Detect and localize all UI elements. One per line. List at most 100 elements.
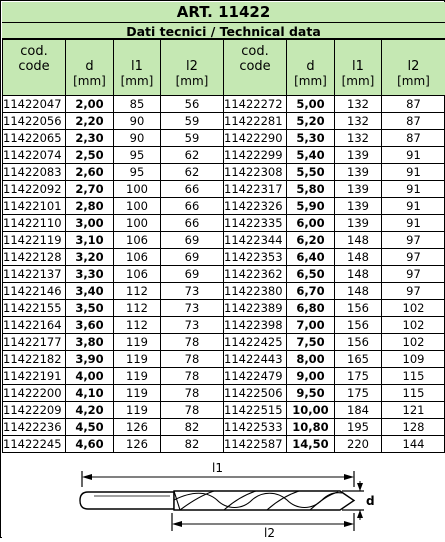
cell-code: 11422398 bbox=[224, 317, 287, 334]
cell-d: 3,50 bbox=[66, 300, 114, 317]
cell-d: 5,00 bbox=[287, 96, 335, 113]
cell-l1: 126 bbox=[114, 419, 161, 436]
section-subtitle: Dati tecnici / Technical data bbox=[2, 22, 445, 39]
cell-l2: 59 bbox=[161, 130, 224, 147]
cell-code: 11422047 bbox=[3, 96, 66, 113]
cell-l1: 90 bbox=[114, 113, 161, 130]
cell-d: 3,30 bbox=[66, 266, 114, 283]
cell-code: 11422191 bbox=[3, 368, 66, 385]
header-code-line2: code bbox=[3, 59, 65, 74]
cell-d: 6,70 bbox=[287, 283, 335, 300]
cell-code: 11422308 bbox=[224, 164, 287, 181]
cell-code: 11422389 bbox=[224, 300, 287, 317]
table-row: 114221773,8011978114224257,50156102 bbox=[3, 334, 445, 351]
label-l1: l1 bbox=[212, 461, 223, 475]
cell-l1: 100 bbox=[114, 215, 161, 232]
cell-d: 6,80 bbox=[287, 300, 335, 317]
cell-l1: 106 bbox=[114, 249, 161, 266]
table-row: 114220742,509562114222995,4013991 bbox=[3, 147, 445, 164]
cell-code: 11422092 bbox=[3, 181, 66, 198]
cell-l1: 156 bbox=[335, 300, 382, 317]
cell-l2: 56 bbox=[161, 96, 224, 113]
table-row: 114222364,50126821142253310,80195128 bbox=[3, 419, 445, 436]
cell-d: 4,20 bbox=[66, 402, 114, 419]
cell-d: 7,50 bbox=[287, 334, 335, 351]
cell-l2: 128 bbox=[382, 419, 445, 436]
cell-code: 11422272 bbox=[224, 96, 287, 113]
cell-l1: 119 bbox=[114, 334, 161, 351]
header-l1-unit: [mm] bbox=[114, 74, 160, 88]
cell-l1: 132 bbox=[335, 113, 382, 130]
cell-code: 11422155 bbox=[3, 300, 66, 317]
cell-l2: 109 bbox=[382, 351, 445, 368]
header-l1-unit: [mm] bbox=[335, 74, 381, 88]
col-header-l2: l2 [mm] bbox=[382, 40, 445, 96]
table-row: 114221283,2010669114223536,4014897 bbox=[3, 249, 445, 266]
table-row: 114221373,3010669114223626,5014897 bbox=[3, 266, 445, 283]
cell-d: 5,90 bbox=[287, 198, 335, 215]
cell-l1: 139 bbox=[335, 215, 382, 232]
col-header-code: cod. code bbox=[3, 40, 66, 96]
table-row: 114221914,0011978114224799,00175115 bbox=[3, 368, 445, 385]
cell-l2: 87 bbox=[382, 130, 445, 147]
header-d-label: d bbox=[287, 60, 334, 74]
cell-l2: 82 bbox=[161, 436, 224, 453]
d-arrow-top bbox=[357, 483, 363, 491]
cell-l1: 175 bbox=[335, 385, 382, 402]
header-row: cod. code d [mm] l1 [mm] l2 [mm] cod. bbox=[3, 40, 445, 96]
spec-sheet: ART. 11422 Dati tecnici / Technical data… bbox=[0, 0, 445, 538]
table-row: 114220472,008556114222725,0013287 bbox=[3, 96, 445, 113]
cell-l1: 148 bbox=[335, 249, 382, 266]
cell-l1: 148 bbox=[335, 266, 382, 283]
cell-l2: 97 bbox=[382, 232, 445, 249]
cell-l2: 69 bbox=[161, 232, 224, 249]
cell-l1: 148 bbox=[335, 283, 382, 300]
cell-code: 11422425 bbox=[224, 334, 287, 351]
drill-drawing: l1 l2 d bbox=[2, 453, 445, 538]
table-row: 114221553,5011273114223896,80156102 bbox=[3, 300, 445, 317]
cell-l2: 115 bbox=[382, 368, 445, 385]
cell-l1: 139 bbox=[335, 147, 382, 164]
cell-d: 8,00 bbox=[287, 351, 335, 368]
cell-d: 14,50 bbox=[287, 436, 335, 453]
cell-code: 11422236 bbox=[3, 419, 66, 436]
cell-code: 11422344 bbox=[224, 232, 287, 249]
cell-l1: 112 bbox=[114, 283, 161, 300]
drill-shank bbox=[80, 492, 174, 509]
header-d-label: d bbox=[66, 60, 113, 74]
cell-code: 11422056 bbox=[3, 113, 66, 130]
cell-d: 3,60 bbox=[66, 317, 114, 334]
cell-d: 3,10 bbox=[66, 232, 114, 249]
cell-l1: 119 bbox=[114, 402, 161, 419]
table-row: 114221823,9011978114224438,00165109 bbox=[3, 351, 445, 368]
l2-arrow-left bbox=[172, 521, 182, 527]
cell-l1: 106 bbox=[114, 232, 161, 249]
cell-code: 11422443 bbox=[224, 351, 287, 368]
cell-code: 11422137 bbox=[3, 266, 66, 283]
cell-code: 11422110 bbox=[3, 215, 66, 232]
cell-code: 11422128 bbox=[3, 249, 66, 266]
table-row: 114222454,60126821142258714,50220144 bbox=[3, 436, 445, 453]
col-header-l1: l1 [mm] bbox=[335, 40, 382, 96]
cell-d: 6,40 bbox=[287, 249, 335, 266]
cell-l1: 100 bbox=[114, 181, 161, 198]
table-row: 114221193,1010669114223446,2014897 bbox=[3, 232, 445, 249]
header-d-unit: [mm] bbox=[66, 74, 113, 88]
cell-code: 11422506 bbox=[224, 385, 287, 402]
cell-code: 11422587 bbox=[224, 436, 287, 453]
cell-l1: 112 bbox=[114, 300, 161, 317]
cell-d: 5,30 bbox=[287, 130, 335, 147]
cell-d: 6,20 bbox=[287, 232, 335, 249]
cell-l1: 184 bbox=[335, 402, 382, 419]
table-row: 114221103,0010066114223356,0013991 bbox=[3, 215, 445, 232]
cell-d: 2,80 bbox=[66, 198, 114, 215]
cell-l2: 97 bbox=[382, 266, 445, 283]
cell-d: 4,10 bbox=[66, 385, 114, 402]
l1-arrow-left bbox=[82, 474, 92, 480]
cell-code: 11422299 bbox=[224, 147, 287, 164]
cell-d: 5,80 bbox=[287, 181, 335, 198]
table-row: 114221463,4011273114223806,7014897 bbox=[3, 283, 445, 300]
cell-l2: 66 bbox=[161, 215, 224, 232]
cell-code: 11422101 bbox=[3, 198, 66, 215]
cell-d: 10,80 bbox=[287, 419, 335, 436]
